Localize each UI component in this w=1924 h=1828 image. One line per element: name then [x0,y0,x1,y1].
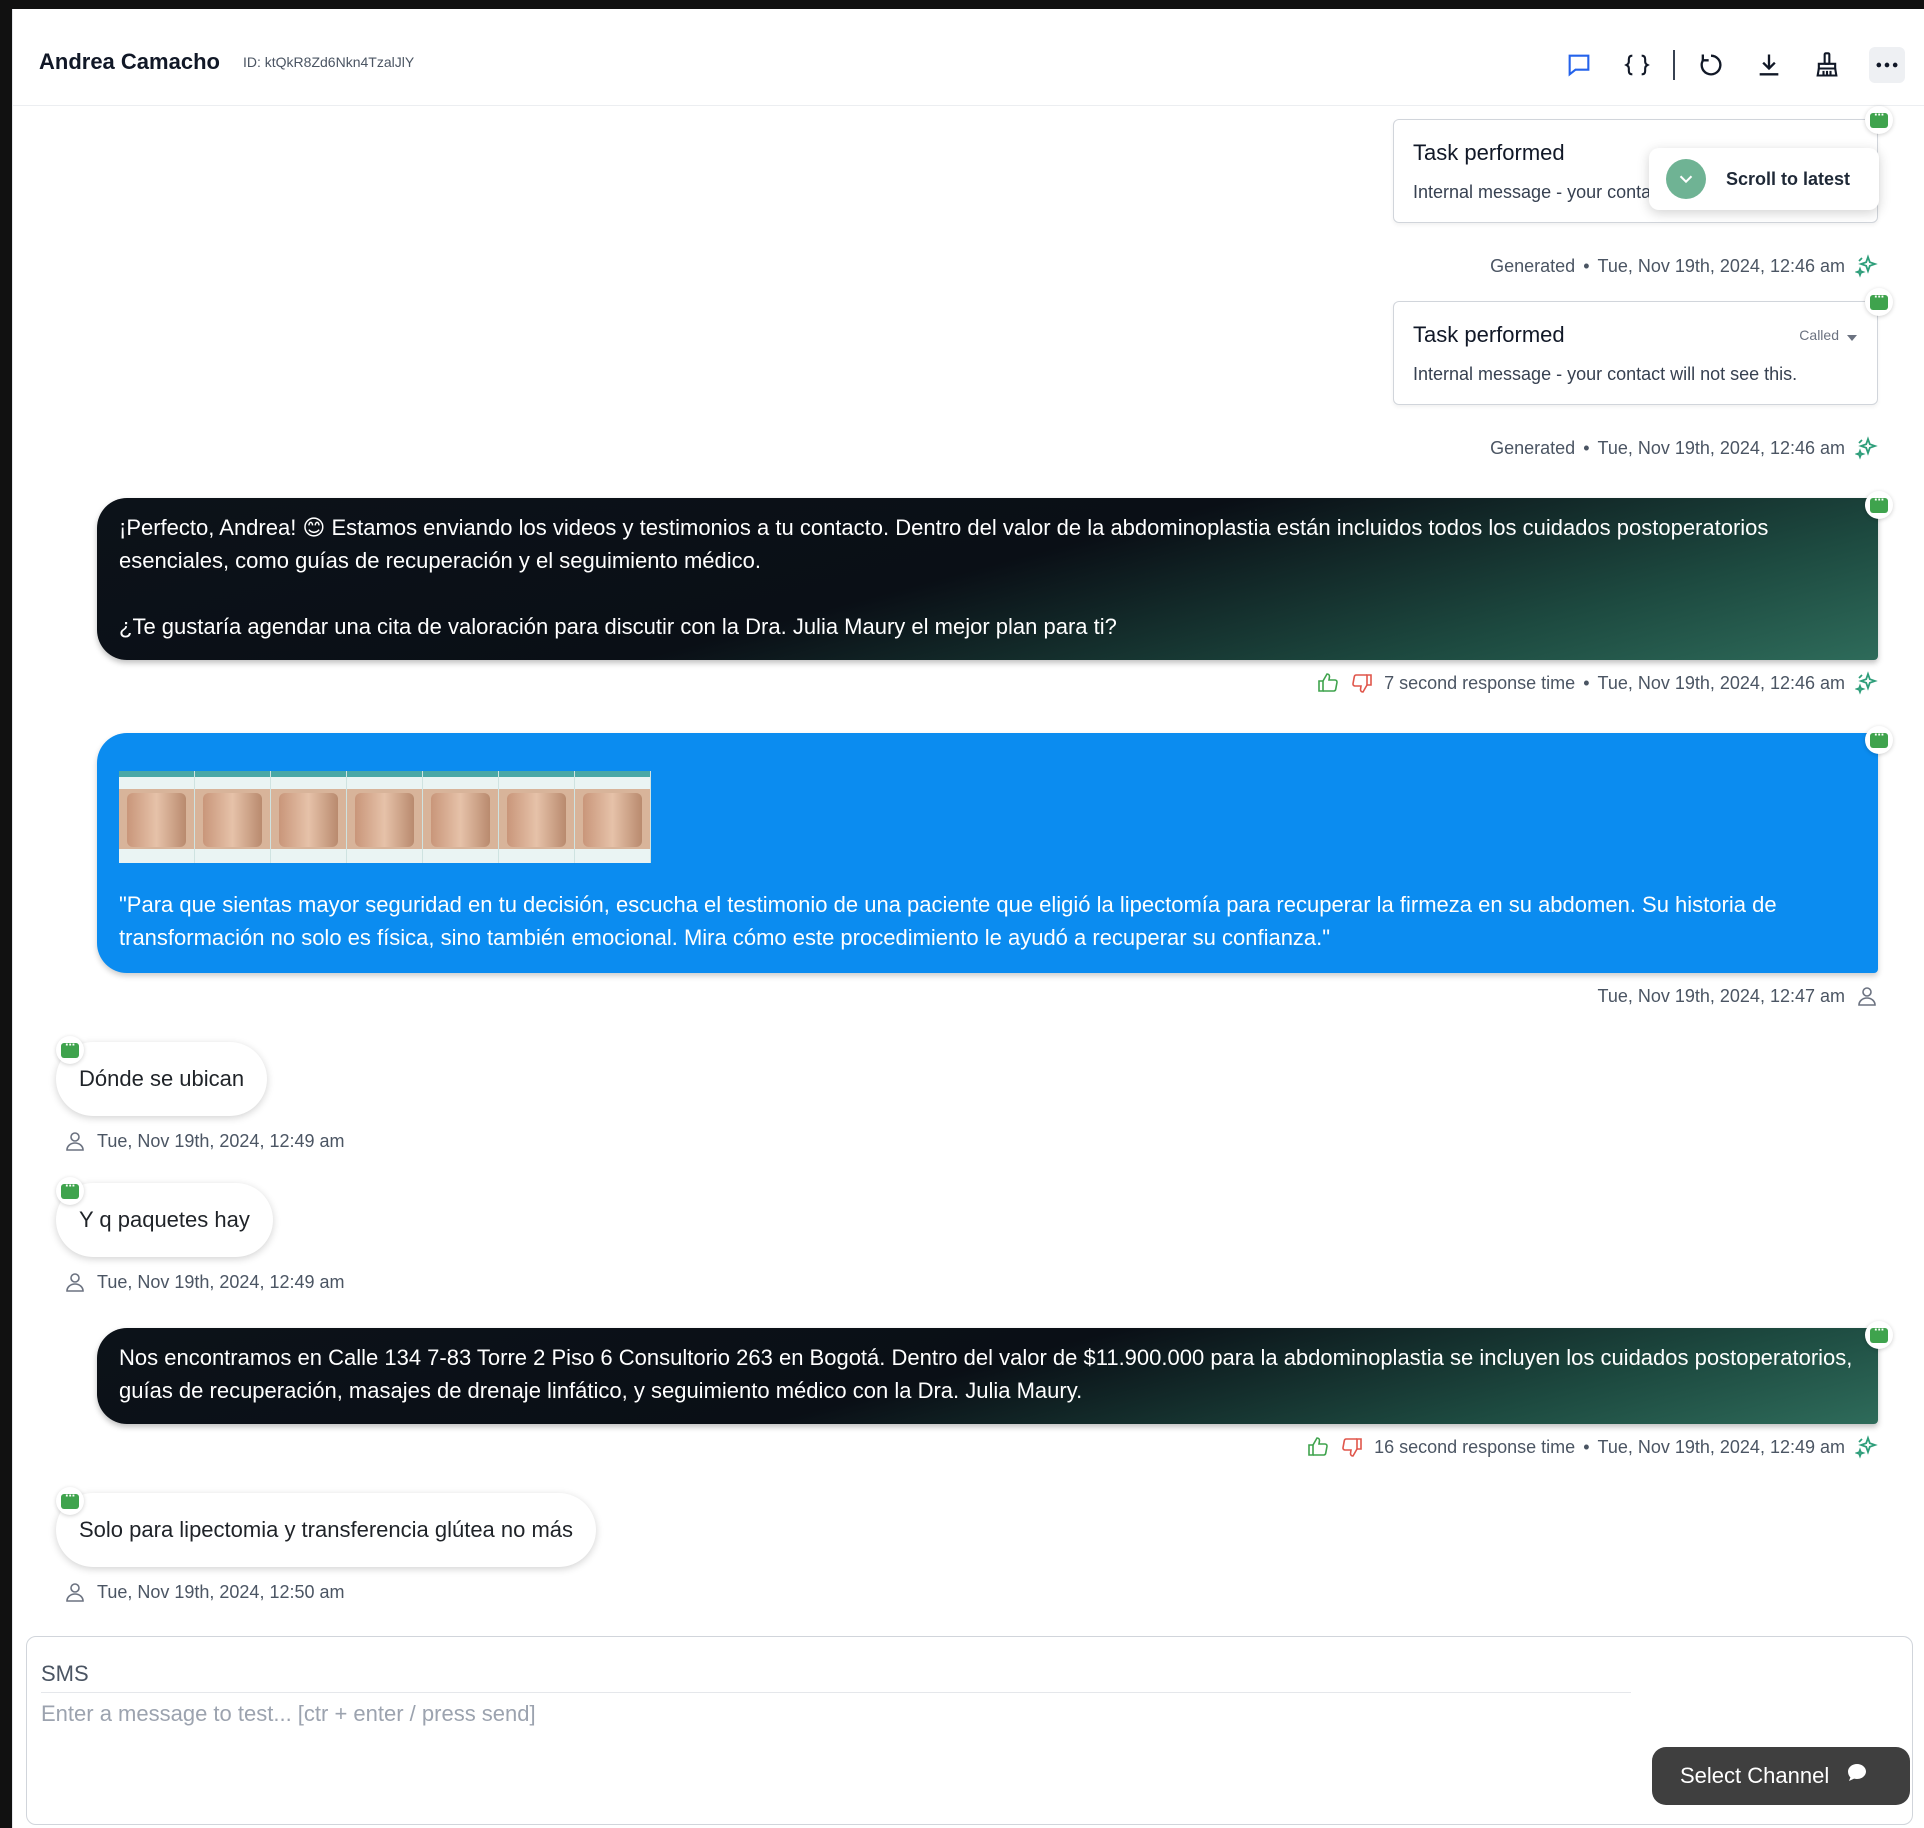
task-subtitle: Internal message - your contact will not… [1413,364,1798,384]
refresh-icon[interactable] [1695,49,1727,81]
select-channel-label: Select Channel [1680,1763,1830,1788]
message-timestamp: Tue, Nov 19th, 2024, 12:49 am [97,1130,345,1151]
contact-message-bubble: Dónde se ubican [56,1042,268,1116]
message-meta: 16 second response time • Tue, Nov 19th, … [1306,1435,1879,1459]
message-text: "Para que sientas mayor seguridad en tu … [119,892,1777,950]
thumbs-down-icon[interactable] [1350,671,1374,695]
channel-label: SMS [41,1661,89,1686]
testimonial-image-strip[interactable] [119,771,651,863]
message-list[interactable]: Task performed Internal message - your c… [13,106,1924,1636]
message-timestamp: Tue, Nov 19th, 2024, 12:47 am [1597,985,1846,1006]
message-text: Dónde se ubican [79,1066,245,1091]
sms-channel-icon [1865,1321,1893,1349]
meta-separator: • [1583,672,1590,693]
message-timestamp: Tue, Nov 19th, 2024, 12:46 am [1597,437,1846,458]
toolbar-divider [1673,50,1675,80]
message-meta: Tue, Nov 19th, 2024, 12:50 am [63,1580,345,1604]
sms-channel-icon [1865,288,1893,316]
person-icon [63,1580,87,1604]
media-message-bubble: "Para que sientas mayor seguridad en tu … [97,733,1878,973]
person-icon [63,1129,87,1153]
download-icon[interactable] [1753,49,1785,81]
message-meta: Tue, Nov 19th, 2024, 12:47 am [1598,984,1880,1008]
message-text: Y q paquetes hay [79,1207,250,1232]
message-timestamp: Tue, Nov 19th, 2024, 12:49 am [97,1271,345,1292]
message-text: Solo para lipectomia y transferencia glú… [79,1517,574,1542]
task-title: Task performed [1413,140,1565,165]
sms-channel-icon [56,1036,84,1064]
testimonial-image[interactable] [271,771,347,863]
testimonial-image[interactable] [575,771,651,863]
scroll-to-latest-button[interactable]: Scroll to latest [1649,148,1879,210]
meta-separator: • [1583,1436,1590,1457]
testimonial-image[interactable] [423,771,499,863]
person-icon [63,1270,87,1294]
ai-sparkle-icon [1855,1435,1879,1459]
chevron-down-icon [1666,159,1706,199]
select-channel-button[interactable]: Select Channel [1652,1747,1910,1805]
message-meta: Generated • Tue, Nov 19th, 2024, 12:46 am [1490,254,1879,278]
testimonial-image[interactable] [119,771,195,863]
chat-bubble-icon [1829,1761,1869,1791]
message-text: ¡Perfecto, Andrea! 😊 Estamos enviando lo… [119,515,1769,573]
message-input[interactable] [41,1701,1631,1727]
meta-label: Generated [1490,255,1576,276]
sms-channel-icon [1865,491,1893,519]
message-text: ¿Te gustaría agendar una cita de valorac… [119,614,1117,639]
more-icon[interactable] [1869,47,1905,83]
task-title: Task performed [1413,322,1565,347]
conversation-header: Andrea Camacho ID: ktQkR8Zd6Nkn4TzalJlY [13,9,1924,106]
thumbs-up-icon[interactable] [1306,1435,1330,1459]
contact-message-bubble: Solo para lipectomia y transferencia glú… [56,1493,597,1567]
contact-name: Andrea Camacho [39,49,220,74]
ai-sparkle-icon [1855,436,1879,460]
response-time: 7 second response time [1384,672,1576,693]
task-status-dropdown[interactable]: Called [1799,327,1839,343]
broom-icon[interactable] [1811,49,1843,81]
person-icon [1855,984,1879,1008]
ai-message-bubble: Nos encontramos en Calle 134 7-83 Torre … [97,1328,1878,1424]
message-timestamp: Tue, Nov 19th, 2024, 12:46 am [1597,672,1846,693]
scroll-to-latest-label: Scroll to latest [1726,168,1851,189]
header-toolbar [1563,47,1905,83]
chevron-down-icon[interactable] [1847,335,1857,341]
ai-message-bubble: ¡Perfecto, Andrea! 😊 Estamos enviando lo… [97,498,1878,660]
message-meta: Tue, Nov 19th, 2024, 12:49 am [63,1270,345,1294]
response-time: 16 second response time [1374,1436,1576,1457]
contact-message-bubble: Y q paquetes hay [56,1183,273,1257]
code-braces-icon[interactable] [1621,49,1653,81]
sms-channel-icon [1865,726,1893,754]
testimonial-image[interactable] [195,771,271,863]
message-timestamp: Tue, Nov 19th, 2024, 12:49 am [1597,1436,1846,1457]
composer-divider [41,1692,1631,1693]
chat-icon[interactable] [1563,49,1595,81]
ai-sparkle-icon [1855,671,1879,695]
message-timestamp: Tue, Nov 19th, 2024, 12:46 am [1597,255,1846,276]
sms-channel-icon [56,1177,84,1205]
thumbs-up-icon[interactable] [1316,671,1340,695]
message-timestamp: Tue, Nov 19th, 2024, 12:50 am [97,1581,345,1602]
meta-separator: • [1583,255,1590,276]
sms-channel-icon [1865,106,1893,134]
message-meta: Tue, Nov 19th, 2024, 12:49 am [63,1129,345,1153]
testimonial-image[interactable] [499,771,575,863]
message-meta: 7 second response time • Tue, Nov 19th, 2… [1316,671,1879,695]
message-text: Nos encontramos en Calle 134 7-83 Torre … [119,1345,1853,1403]
message-meta: Generated • Tue, Nov 19th, 2024, 12:46 am [1490,436,1879,460]
sms-channel-icon [56,1487,84,1515]
meta-label: Generated [1490,437,1576,458]
ai-sparkle-icon [1855,254,1879,278]
meta-separator: • [1583,437,1590,458]
contact-id: ID: ktQkR8Zd6Nkn4TzalJlY [243,54,415,70]
testimonial-image[interactable] [347,771,423,863]
chat-panel: Andrea Camacho ID: ktQkR8Zd6Nkn4TzalJlY [12,9,1924,1828]
message-composer: SMS Select Channel [26,1636,1913,1825]
task-card[interactable]: Task performed Called Internal message -… [1393,301,1878,405]
thumbs-down-icon[interactable] [1340,1435,1364,1459]
